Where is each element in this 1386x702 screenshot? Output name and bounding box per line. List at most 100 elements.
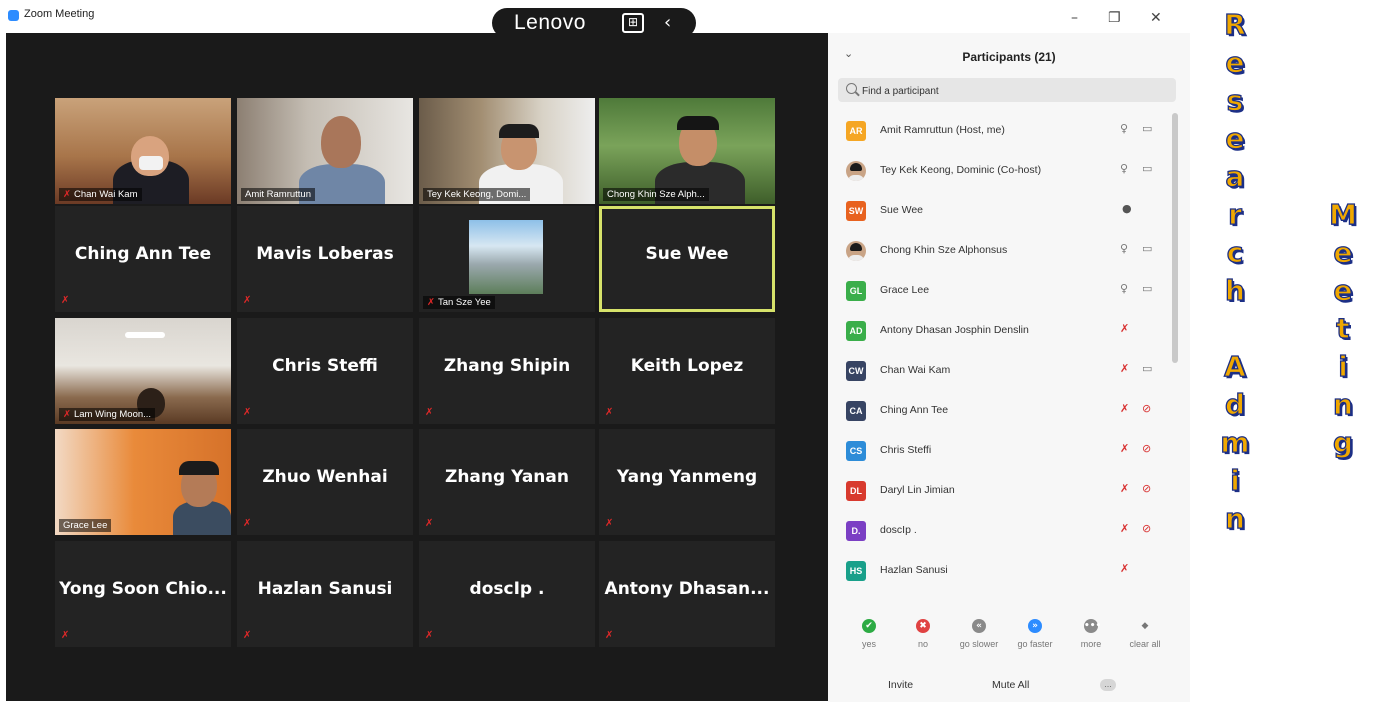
participant-tile[interactable]: Yong Soon Chio... ✗ — [55, 541, 231, 647]
close-button[interactable]: ✕ — [1150, 10, 1162, 26]
participant-tile[interactable]: Yang Yanmeng ✗ — [599, 429, 775, 535]
reaction-icon: « — [972, 619, 986, 633]
microphone-icon[interactable]: ♀ — [1120, 122, 1128, 135]
mic-muted-icon[interactable]: ✗ — [1120, 562, 1129, 575]
word-gap — [1210, 310, 1260, 348]
participant-name: Sue Wee — [645, 244, 729, 264]
reaction-label: clear all — [1129, 639, 1161, 649]
mic-muted-icon[interactable]: ✗ — [1120, 402, 1129, 415]
reaction-label: go slower — [959, 639, 999, 649]
participant-tile[interactable]: ✗ Tan Sze Yee — [419, 206, 595, 312]
participant-tile[interactable]: ✗ Chan Wai Kam — [55, 98, 231, 204]
reaction-clear-all-button[interactable]: ◆ clear all — [1118, 613, 1172, 649]
participant-name: Chong Khin Sze Alph... — [607, 189, 705, 200]
participant-avatar: D. — [846, 521, 866, 541]
grid-icon[interactable]: ⊞ — [622, 13, 644, 33]
participant-row[interactable]: GL Grace Lee ♀ ▭ — [828, 273, 1172, 313]
participant-row[interactable]: CW Chan Wai Kam ✗ ▭ — [828, 353, 1172, 393]
reaction-more-button[interactable]: ••• more — [1064, 613, 1118, 649]
mic-muted-icon[interactable]: ✗ — [1120, 362, 1129, 375]
participant-row[interactable]: DL Daryl Lin Jimian ✗ ⊘ — [828, 473, 1172, 513]
participant-tile[interactable]: Keith Lopez ✗ — [599, 318, 775, 424]
participant-tile[interactable]: doscIp . ✗ — [419, 541, 595, 647]
camera-off-icon[interactable]: ⊘ — [1142, 482, 1151, 495]
mic-muted-icon[interactable]: ✗ — [1120, 322, 1129, 335]
participant-row[interactable]: HS Hazlan Sanusi ✗ — [828, 553, 1172, 583]
title-letter: e — [1333, 235, 1353, 269]
camera-off-icon[interactable]: ⊘ — [1142, 522, 1151, 535]
reaction-go-slower-button[interactable]: « go slower — [952, 613, 1006, 649]
more-options-button[interactable]: ... — [1100, 679, 1116, 691]
camera-icon[interactable]: ▭ — [1142, 122, 1152, 135]
participant-avatar: SW — [846, 201, 866, 221]
mic-muted-icon[interactable]: ✗ — [1120, 522, 1129, 535]
microphone-icon[interactable]: ● — [1122, 202, 1132, 215]
participant-name: Hazlan Sanusi — [257, 579, 393, 599]
participant-search-input[interactable] — [860, 81, 1164, 101]
reaction-yes-button[interactable]: ✔ yes — [842, 613, 896, 649]
camera-icon[interactable]: ▭ — [1142, 282, 1152, 295]
camera-off-icon[interactable]: ⊘ — [1142, 442, 1151, 455]
participant-name: Daryl Lin Jimian — [880, 484, 955, 496]
title-letter: n — [1332, 387, 1353, 421]
reaction-go-faster-button[interactable]: » go faster — [1008, 613, 1062, 649]
participant-name: Chan Wai Kam — [73, 189, 138, 200]
participant-tile[interactable]: Antony Dhasan... ✗ — [599, 541, 775, 647]
participant-tile[interactable]: Tey Kek Keong, Domi... — [419, 98, 595, 204]
mic-muted-icon[interactable]: ✗ — [1120, 482, 1129, 495]
participant-row[interactable]: AD Antony Dhasan Josphin Denslin ✗ — [828, 313, 1172, 353]
microphone-icon[interactable]: ♀ — [1120, 242, 1128, 255]
participant-tile[interactable]: Ching Ann Tee ✗ — [55, 206, 231, 312]
participant-tile[interactable]: Grace Lee — [55, 429, 231, 535]
participant-tile[interactable]: ✗ Lam Wing Moon... — [55, 318, 231, 424]
title-letter: g — [1332, 425, 1354, 459]
microphone-icon[interactable]: ♀ — [1120, 162, 1128, 175]
participant-tile[interactable]: Chris Steffi ✗ — [237, 318, 413, 424]
camera-icon[interactable]: ▭ — [1142, 362, 1152, 375]
participant-name: Ching Ann Tee — [880, 404, 949, 416]
minimize-button[interactable]: – — [1071, 10, 1078, 26]
participant-tile[interactable]: Hazlan Sanusi ✗ — [237, 541, 413, 647]
participant-tile[interactable]: Mavis Loberas ✗ — [237, 206, 413, 312]
mic-muted-icon: ✗ — [425, 407, 434, 418]
participant-name: Amit Ramruttun — [245, 189, 311, 200]
window-title-bar: Zoom Meeting Lenovo ⊞ ‹ – ❐ ✕ — [0, 0, 1190, 38]
participant-row[interactable]: SW Sue Wee ● — [828, 193, 1172, 233]
participant-tile[interactable]: Chong Khin Sze Alph... — [599, 98, 775, 204]
camera-icon[interactable]: ▭ — [1142, 242, 1152, 255]
participant-name-label: Amit Ramruttun — [241, 188, 315, 201]
reaction-icon: ••• — [1084, 619, 1102, 633]
reaction-no-button[interactable]: ✖ no — [896, 613, 950, 649]
mute-all-button[interactable]: Mute All — [992, 679, 1029, 691]
participant-row[interactable]: AR Amit Ramruttun (Host, me) ♀ ▭ — [828, 113, 1172, 153]
camera-icon[interactable]: ▭ — [1142, 162, 1152, 175]
participant-list-scrollbar[interactable] — [1172, 113, 1178, 363]
restore-button[interactable]: ❐ — [1108, 10, 1121, 26]
participant-tile[interactable]: Zhang Shipin ✗ — [419, 318, 595, 424]
participant-name-label: ✗ Lam Wing Moon... — [59, 408, 156, 421]
participant-row[interactable]: CS Chris Steffi ✗ ⊘ — [828, 433, 1172, 473]
reaction-label: yes — [861, 639, 876, 649]
title-letter: d — [1224, 387, 1246, 421]
participant-row[interactable]: Tey Kek Keong, Dominic (Co-host) ♀ ▭ — [828, 153, 1172, 193]
mic-muted-icon: ✗ — [425, 630, 434, 641]
participant-row[interactable]: D. doscIp . ✗ ⊘ — [828, 513, 1172, 553]
mic-muted-icon[interactable]: ✗ — [1120, 442, 1129, 455]
chevron-left-icon[interactable]: ‹ — [664, 12, 671, 33]
participant-tile[interactable]: Sue Wee — [599, 206, 775, 312]
panel-header: ⌄ Participants (21) — [828, 33, 1190, 77]
title-letter: r — [1227, 197, 1242, 231]
participant-name: Tey Kek Keong, Dominic (Co-host) — [880, 164, 1042, 176]
participant-name: Hazlan Sanusi — [880, 564, 948, 576]
participant-name: Zhang Shipin — [443, 356, 571, 376]
gallery-view: ✗ Chan Wai Kam Amit Ramruttun Tey Kek Keong… — [6, 33, 828, 701]
camera-off-icon[interactable]: ⊘ — [1142, 402, 1151, 415]
microphone-icon[interactable]: ♀ — [1120, 282, 1128, 295]
invite-button[interactable]: Invite — [888, 679, 913, 691]
participant-tile[interactable]: Amit Ramruttun — [237, 98, 413, 204]
participant-row[interactable]: Chong Khin Sze Alphonsus ♀ ▭ — [828, 233, 1172, 273]
window-title: Zoom Meeting — [24, 8, 95, 20]
participant-tile[interactable]: Zhuo Wenhai ✗ — [237, 429, 413, 535]
participant-row[interactable]: CA Ching Ann Tee ✗ ⊘ — [828, 393, 1172, 433]
participant-tile[interactable]: Zhang Yanan ✗ — [419, 429, 595, 535]
